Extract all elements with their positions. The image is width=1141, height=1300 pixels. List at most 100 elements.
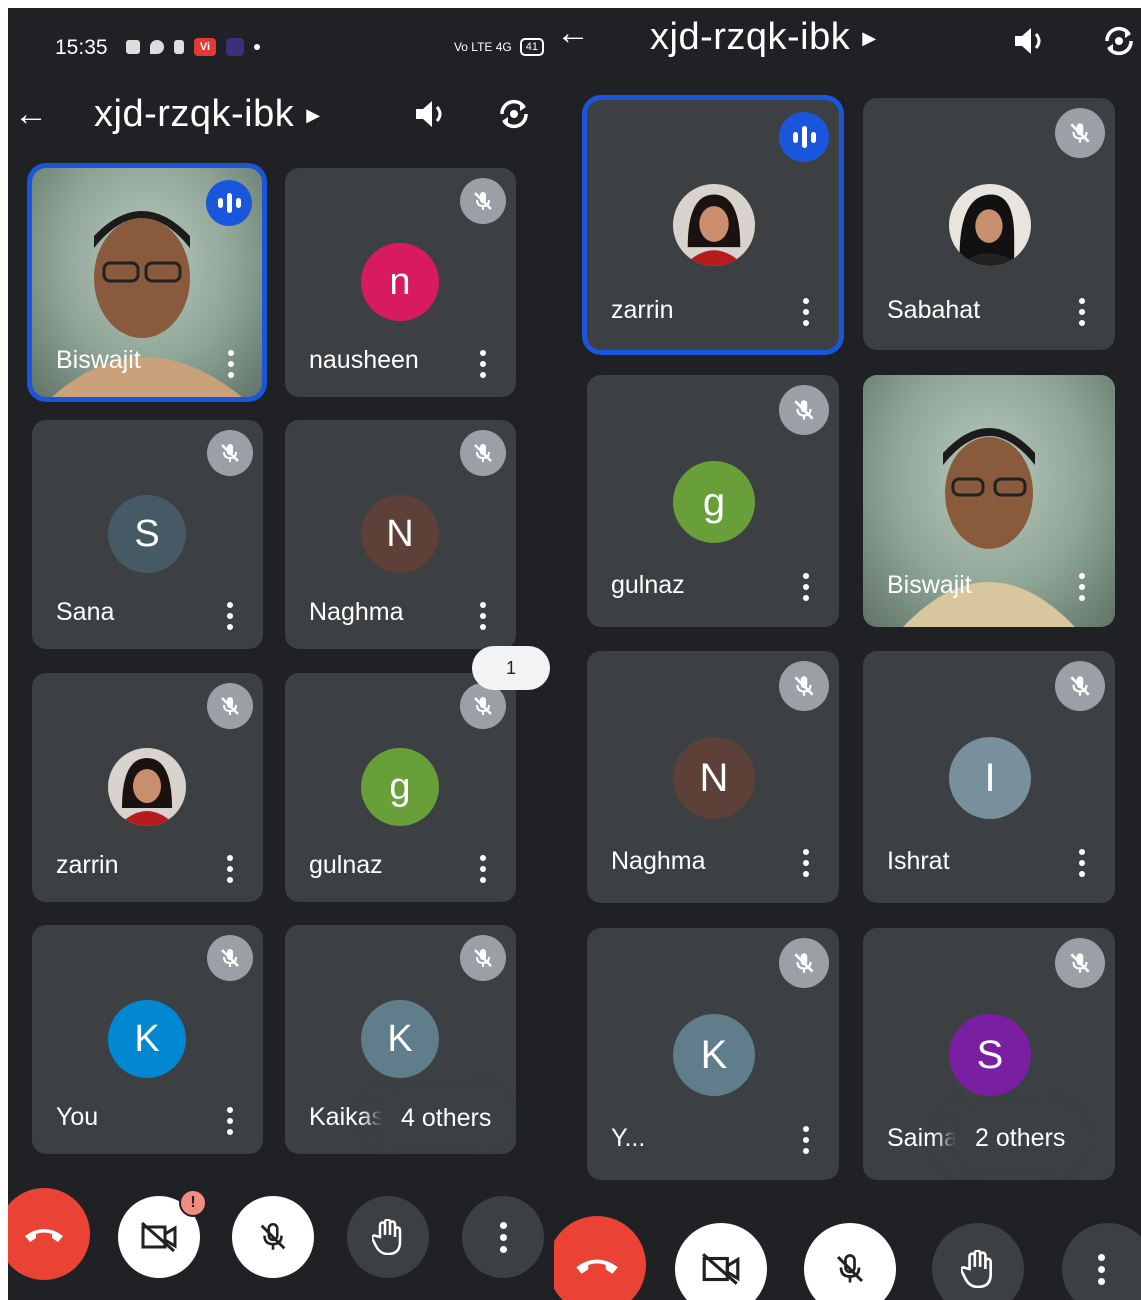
mic-off-icon [1055, 108, 1105, 158]
calendar-icon [174, 40, 184, 54]
more-options-icon[interactable] [803, 573, 809, 601]
more-options-icon[interactable] [1079, 573, 1085, 601]
participant-tile[interactable]: S Saima 2 others [863, 928, 1115, 1180]
more-options-icon[interactable] [803, 849, 809, 877]
speaker-icon[interactable] [410, 94, 450, 134]
right-screenshot: ← xjd-rzqk-ibk ▶ zarrin Sabahat g gulnaz… [554, 8, 1141, 1300]
participant-name: zarrin [56, 851, 119, 879]
participant-tile[interactable]: S Sana [32, 420, 263, 649]
participant-avatar: g [673, 461, 755, 543]
more-options-icon[interactable] [227, 1107, 233, 1135]
more-vert-icon [499, 1221, 507, 1253]
participant-avatar: N [673, 737, 755, 819]
more-options-icon[interactable] [803, 298, 809, 326]
participant-tile[interactable]: Sabahat [863, 98, 1115, 350]
raise-hand-button[interactable] [932, 1223, 1024, 1300]
participant-photo [673, 184, 755, 266]
mic-toggle-button[interactable] [804, 1223, 896, 1300]
back-arrow-icon[interactable]: ← [14, 95, 48, 134]
participant-name: nausheen [309, 346, 419, 374]
end-call-button[interactable] [8, 1188, 90, 1280]
participant-name: Biswajit [56, 346, 141, 374]
participant-tile[interactable]: zarrin [587, 100, 839, 350]
speaking-indicator-icon [779, 112, 829, 162]
mic-off-icon [207, 935, 253, 981]
scroll-position-indicator: 1 [472, 646, 550, 690]
participant-tile[interactable]: Biswajit [32, 168, 262, 397]
mic-off-icon [1055, 938, 1105, 988]
participant-name: Naghma [611, 847, 706, 875]
more-vert-icon [1097, 1253, 1105, 1285]
participant-avatar: g [361, 748, 439, 826]
participant-photo [108, 748, 186, 826]
switch-camera-icon[interactable] [1099, 21, 1139, 61]
mic-off-icon [836, 1254, 864, 1283]
participant-tile-self[interactable]: K Y... [587, 928, 839, 1180]
participant-name: zarrin [611, 296, 674, 324]
status-bar: 15:35 Vi Vo LTE 4G 41 [8, 8, 554, 78]
phone-hangup-icon [576, 1259, 618, 1274]
participant-name: Biswajit [887, 571, 972, 599]
more-options-icon[interactable] [228, 350, 234, 378]
location-icon [150, 40, 164, 54]
end-call-button[interactable] [554, 1216, 646, 1300]
more-options-icon[interactable] [803, 1126, 809, 1154]
participant-tile[interactable]: Biswajit [863, 375, 1115, 627]
more-options-icon[interactable] [480, 602, 486, 630]
meeting-title[interactable]: xjd-rzqk-ibk ▶ [650, 16, 877, 59]
more-options-icon[interactable] [480, 855, 486, 883]
participant-tile[interactable]: I Ishrat [863, 651, 1115, 903]
participant-avatar: n [361, 243, 439, 321]
mic-off-icon [779, 938, 829, 988]
participant-name: Sabahat [887, 296, 981, 324]
more-options-icon[interactable] [1079, 298, 1085, 326]
notification-icons: Vi [126, 38, 260, 56]
participant-tile[interactable]: N Naghma [587, 651, 839, 903]
participant-tile[interactable]: K Kaikash 4 others [285, 925, 516, 1154]
mic-off-icon [460, 178, 506, 224]
status-right: Vo LTE 4G 41 [454, 38, 544, 56]
participant-avatar: S [108, 495, 186, 573]
switch-camera-icon[interactable] [494, 94, 534, 134]
mic-off-icon [207, 430, 253, 476]
participant-name: gulnaz [611, 571, 685, 599]
app-notification-icon [226, 38, 244, 56]
participant-photo [949, 184, 1031, 266]
participant-tile[interactable]: g gulnaz [285, 673, 516, 902]
more-options-button[interactable] [462, 1196, 544, 1278]
more-options-button[interactable] [1062, 1223, 1141, 1300]
phone-hangup-icon [25, 1229, 63, 1242]
participant-tile[interactable]: N Naghma [285, 420, 516, 649]
mic-off-icon [460, 430, 506, 476]
vi-app-icon: Vi [194, 38, 216, 56]
participant-name: Y... [611, 1124, 646, 1152]
participant-tile-self[interactable]: K You [32, 925, 263, 1154]
mic-toggle-button[interactable] [232, 1196, 314, 1278]
raise-hand-button[interactable] [347, 1196, 429, 1278]
participant-avatar: I [949, 737, 1031, 819]
participant-tile[interactable]: zarrin [32, 673, 263, 902]
participant-avatar: K [361, 1000, 439, 1078]
more-options-icon[interactable] [480, 350, 486, 378]
status-time: 15:35 [55, 36, 108, 59]
more-options-icon[interactable] [227, 855, 233, 883]
meeting-header: ← xjd-rzqk-ibk ▶ [554, 8, 1141, 68]
hand-icon [961, 1250, 992, 1288]
mic-off-icon [260, 1222, 286, 1250]
hand-icon [372, 1219, 402, 1255]
participant-tile[interactable]: n nausheen [285, 168, 516, 397]
more-options-icon[interactable] [227, 602, 233, 630]
others-overflow-pill[interactable]: 4 others [381, 1091, 512, 1145]
back-arrow-icon[interactable]: ← [556, 14, 590, 53]
camera-off-button[interactable] [675, 1223, 767, 1300]
participant-avatar: K [673, 1014, 755, 1096]
mic-off-icon [1055, 661, 1105, 711]
participant-tile[interactable]: g gulnaz [587, 375, 839, 627]
more-options-icon[interactable] [1079, 849, 1085, 877]
participant-name: You [56, 1103, 99, 1131]
speaker-icon[interactable] [1009, 21, 1049, 61]
others-overflow-pill[interactable]: 2 others [955, 1108, 1086, 1168]
participant-avatar: K [108, 1000, 186, 1078]
participant-name: Ishrat [887, 847, 950, 875]
meeting-title[interactable]: xjd-rzqk-ibk ▶ [94, 93, 321, 136]
